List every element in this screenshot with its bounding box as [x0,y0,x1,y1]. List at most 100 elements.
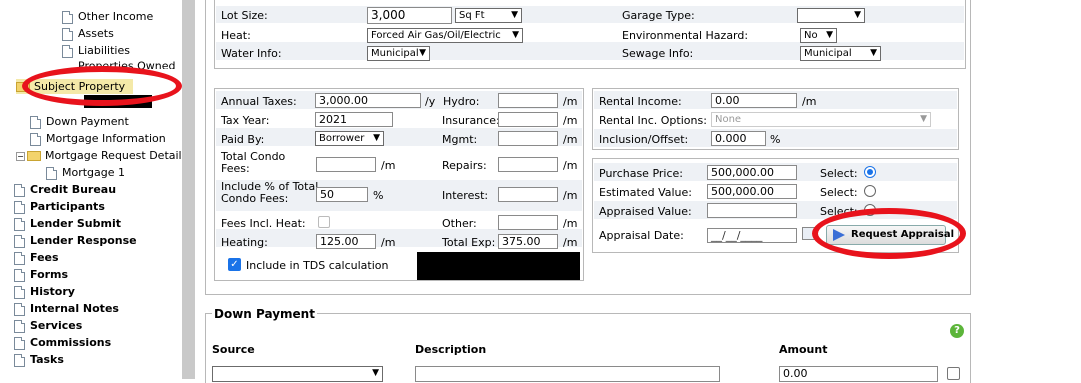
chevron-down-icon: ▼ [419,48,426,58]
hydro-label: Hydro: [443,95,480,108]
document-icon [14,200,25,214]
garage-type-label: Garage Type: [622,9,695,22]
hydro-input[interactable] [498,93,558,108]
tax-year-input[interactable]: 2021 [315,112,393,127]
purchase-price-input[interactable]: 500,000.00 [707,165,797,180]
include-pct-input[interactable]: 50 [316,187,368,202]
document-icon [14,234,25,248]
lot-size-label: Lot Size: [221,9,268,22]
environmental-hazard-label: Environmental Hazard: [622,29,749,42]
total-condo-fees-input[interactable] [316,157,376,172]
inclusion-offset-input[interactable]: 0.000 [711,131,766,146]
heat-label: Heat: [221,29,251,42]
purchase-price-label: Purchase Price: [599,167,683,180]
rental-inc-options-select[interactable]: None ▼ [711,112,931,127]
folder-icon [27,151,41,161]
select-label: Select: [820,167,858,180]
estimated-value-input[interactable]: 500,000.00 [707,184,797,199]
tree-item-other-income[interactable]: Other Income [62,9,153,24]
tax-year-label: Tax Year: [221,114,270,127]
document-icon [30,132,41,146]
lot-size-input[interactable]: 3,000 [367,7,452,24]
annual-taxes-label: Annual Taxes: [221,95,297,108]
tree-item-assets[interactable]: Assets [62,26,114,41]
heating-label: Heating: [221,236,268,249]
paid-by-select[interactable]: Borrower ▼ [315,131,384,146]
column-header-amount: Amount [779,343,828,356]
chevron-down-icon: ▼ [373,133,380,143]
sewage-info-label: Sewage Info: [622,47,694,60]
tree-item-commissions[interactable]: Commissions [14,335,111,350]
amount-input[interactable]: 0.00 [779,366,938,382]
annual-taxes-input[interactable]: 3,000.00 [315,93,421,108]
tree-item-mortgage-1[interactable]: Mortgage 1 [46,165,125,180]
purchase-price-radio[interactable] [864,166,876,178]
document-icon [14,336,25,350]
select-label: Select: [820,186,858,199]
chevron-down-icon: ▼ [511,10,518,20]
rental-income-label: Rental Income: [599,95,682,108]
tree-item-forms[interactable]: Forms [14,267,68,282]
document-icon [14,353,25,367]
redacted-block [417,252,580,280]
water-info-label: Water Info: [221,47,282,60]
mgmt-input[interactable] [498,131,558,146]
source-select[interactable]: ▼ [212,366,383,382]
include-tds-checkbox[interactable]: ✓ [228,258,241,271]
interest-input[interactable] [498,187,558,202]
document-icon [62,27,73,41]
tree-item-internal-notes[interactable]: Internal Notes [14,301,119,316]
other-input[interactable] [498,215,558,230]
heating-input[interactable]: 125.00 [316,234,376,249]
tree-item-mortgage-request-detail[interactable]: − Mortgage Request Detail [16,148,182,163]
appraised-value-input[interactable] [707,203,797,218]
document-icon [46,166,57,180]
lot-unit-select[interactable]: Sq Ft ▼ [455,8,522,23]
help-icon[interactable]: ? [950,324,964,338]
tree-item-liabilities[interactable]: Liabilities [62,43,130,58]
total-exp-input[interactable]: 375.00 [498,234,558,249]
document-icon [62,10,73,24]
fees-incl-heat-label: Fees Incl. Heat: [221,217,306,230]
inclusion-offset-label: Inclusion/Offset: [599,133,689,146]
chevron-down-icon: ▼ [854,10,861,20]
water-info-select[interactable]: Municipal ▼ [367,46,430,61]
chevron-down-icon: ▼ [512,30,519,40]
tree-item-services[interactable]: Services [14,318,82,333]
appraisal-date-input[interactable]: __/__/____ [707,228,797,243]
annotation-ellipse [812,208,966,259]
tree-item-fees[interactable]: Fees [14,250,59,265]
estimated-value-radio[interactable] [864,185,876,197]
tree-item-tasks[interactable]: Tasks [14,352,64,367]
chevron-down-icon: ▼ [826,30,833,40]
insurance-label: Insurance: [442,114,500,127]
down-payment-title: Down Payment [212,307,317,321]
repairs-label: Repairs: [442,159,487,172]
heat-select[interactable]: Forced Air Gas/Oil/Electric ▼ [367,28,523,43]
tree-item-participants[interactable]: Participants [14,199,105,214]
document-icon [14,319,25,333]
estimated-value-label: Estimated Value: [599,186,692,199]
rental-income-input[interactable]: 0.00 [711,93,797,108]
collapse-icon[interactable]: − [16,151,25,161]
environmental-hazard-select[interactable]: No ▼ [800,28,837,43]
fees-incl-heat-checkbox[interactable] [318,216,330,228]
repairs-input[interactable] [498,157,558,172]
tree-item-lender-response[interactable]: Lender Response [14,233,137,248]
garage-type-select[interactable]: ▼ [797,8,865,23]
tree-item-mortgage-information[interactable]: Mortgage Information [30,131,166,146]
tree-item-history[interactable]: History [14,284,75,299]
document-icon [14,251,25,265]
sidebar-scrollbar[interactable] [182,0,195,379]
total-exp-label: Total Exp: [442,236,496,249]
tree-item-down-payment[interactable]: Down Payment [30,114,129,129]
sewage-info-select[interactable]: Municipal ▼ [800,46,881,61]
description-input[interactable] [415,366,720,382]
tree-item-lender-submit[interactable]: Lender Submit [14,216,121,231]
insurance-input[interactable] [498,112,558,127]
chevron-down-icon: ▼ [920,114,927,124]
document-icon [14,268,25,282]
appraised-value-label: Appraised Value: [599,205,692,218]
tree-item-credit-bureau[interactable]: Credit Bureau [14,182,116,197]
row-checkbox[interactable] [947,367,960,380]
